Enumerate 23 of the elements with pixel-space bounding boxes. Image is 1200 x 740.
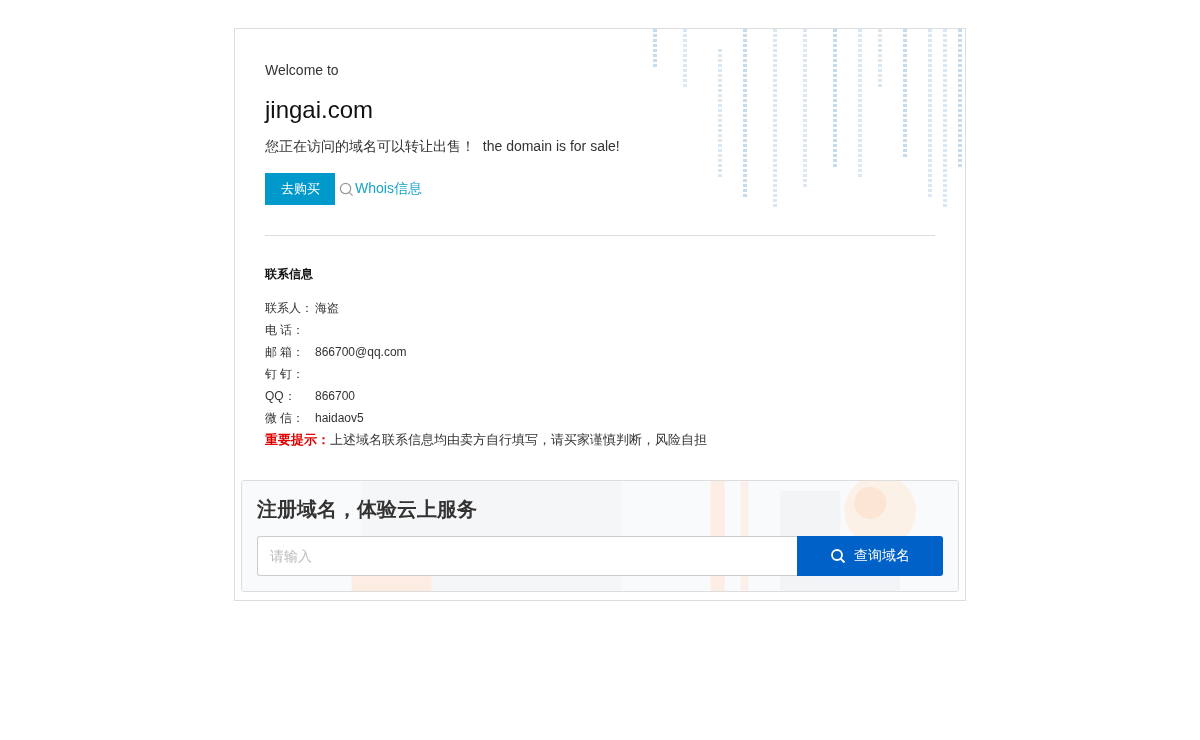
search-icon [339, 181, 354, 197]
domain-name: jingai.com [265, 95, 375, 125]
field-value: 866700@qq.com [315, 345, 407, 359]
field-value: 海盗 [315, 299, 339, 317]
warning-text: 上述域名联系信息均由卖方自行填写，请买家谨慎判断，风险自担 [330, 432, 707, 447]
search-icon [830, 548, 846, 564]
field-label: QQ： [265, 387, 297, 405]
warning-label: 重要提示： [265, 432, 330, 447]
welcome-text: Welcome to [265, 61, 340, 79]
field-value: 866700 [315, 389, 356, 403]
domain-search-field[interactable]: 请输入 [257, 536, 797, 576]
field-value: haidaov5 [315, 411, 364, 425]
search-domain-button[interactable]: 查询域名 [797, 536, 943, 576]
buy-button[interactable]: 去购买 [265, 173, 335, 205]
section-heading: 联系信息 [265, 266, 314, 283]
banner-title: 注册域名，体验云上服务 [257, 497, 478, 522]
whois-link[interactable]: Whois信息 [339, 180, 422, 198]
field-label: 邮 箱： [265, 343, 306, 361]
field-label: 微 信： [265, 409, 306, 427]
field-label: 钉 钉： [265, 365, 306, 383]
sale-notice: 您正在访问的域名可以转让出售！ the domain is for sale! [265, 137, 621, 155]
field-label: 电 话： [265, 321, 306, 339]
field-label: 联系人： [265, 299, 314, 317]
